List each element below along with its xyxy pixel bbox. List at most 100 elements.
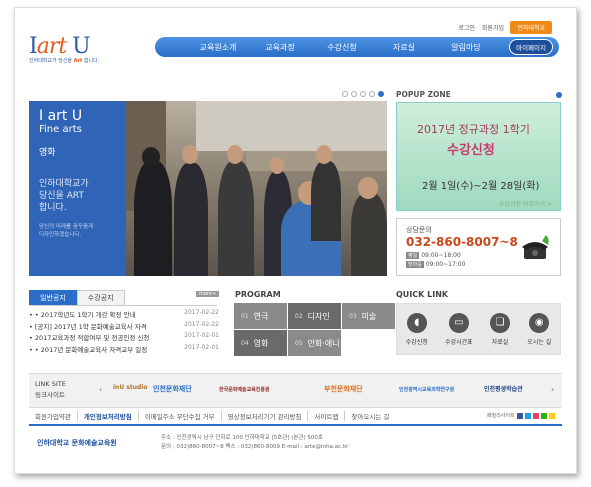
notice-list: • • 2017학년도 1학기 개강 확정 안내 2017-02-22 • [공지… bbox=[29, 309, 219, 355]
slider-dot[interactable] bbox=[360, 91, 366, 97]
consult-weekday: 평일 09:00~18:00 bbox=[406, 252, 461, 259]
hero-title: I art U bbox=[39, 108, 83, 124]
program-film[interactable]: 04 영화 bbox=[234, 330, 287, 356]
program-label: 디자인 bbox=[307, 311, 330, 321]
consult-phone: 032-860-8007~8 bbox=[406, 235, 518, 249]
chevron-left-icon[interactable]: ‹ bbox=[99, 385, 102, 394]
notice-date: 2017-02-22 bbox=[184, 309, 219, 316]
mypage-button[interactable]: 마이페이지 bbox=[509, 39, 553, 55]
quicklink-heading: QUICK LINK bbox=[396, 290, 449, 299]
footer-sitemap-link[interactable]: 사이트맵 bbox=[308, 411, 346, 421]
quicklink-label: 수강신청 bbox=[405, 338, 428, 346]
linksite-arte[interactable]: 한국문화예술교육진흥원 bbox=[219, 386, 270, 393]
linksite-incheon-edu-center[interactable]: 인천광역시교육과학연구원 bbox=[399, 386, 454, 393]
notice-item[interactable]: • [공지] 2017년 1학 문화예술교육사 자격 2017-02-22 bbox=[29, 321, 219, 333]
slider-dot-active[interactable] bbox=[378, 91, 384, 97]
telephone-icon bbox=[522, 235, 549, 259]
notice-date: 2017-02-22 bbox=[184, 320, 219, 328]
social-icon[interactable] bbox=[548, 412, 555, 419]
social-icon[interactable] bbox=[524, 412, 531, 419]
notice-title: • • 2017학년도 1학기 개강 확정 안내 bbox=[29, 311, 136, 319]
linksite-heading-en: LINK SITE bbox=[35, 380, 66, 388]
popup-banner[interactable]: 2017년 정규과정 1학기 수강신청 2월 1일(수)~2월 28일(화) 수… bbox=[396, 102, 561, 211]
quicklink-archive[interactable]: ❏ 자료실 bbox=[489, 312, 510, 346]
program-num: 01 bbox=[241, 312, 249, 320]
program-art[interactable]: 03 미술 bbox=[342, 303, 395, 329]
footer-directions-link[interactable]: 찾아오시는 길 bbox=[345, 411, 395, 421]
tab-general-notice[interactable]: 일반공지 bbox=[29, 290, 77, 305]
login-link[interactable]: 로그인 bbox=[458, 23, 475, 32]
quicklink-panel: ◖ 수강신청 ▭ 수강시간표 ❏ 자료실 ◉ 오시는 길 bbox=[396, 303, 561, 355]
hero-slogan-line: 인하대학교가 bbox=[39, 179, 89, 189]
nav-courses[interactable]: 교육과정 bbox=[249, 42, 311, 53]
quicklink-timetable[interactable]: ▭ 수강시간표 bbox=[445, 312, 473, 346]
notice-item[interactable]: • 2017교육과정 적합여부 및 전공인정 신청 2017-02-01 bbox=[29, 332, 219, 344]
hero-banner[interactable]: I art U Fine arts 영화 인하대학교가 당신을 ART 합니다.… bbox=[29, 101, 387, 276]
popup-line2: 수강신청 bbox=[447, 143, 495, 158]
quicklink-registration[interactable]: ◖ 수강신청 bbox=[405, 312, 428, 346]
quicklink-label: 자료실 bbox=[491, 338, 509, 346]
social-icon[interactable] bbox=[540, 412, 547, 419]
slider-dot[interactable] bbox=[342, 91, 348, 97]
linksite-heading-ko: 링크사이트 bbox=[35, 391, 65, 399]
program-num: 03 bbox=[349, 312, 357, 320]
notice-more-button[interactable]: more+ bbox=[196, 291, 220, 297]
program-label: 만화·애니 bbox=[307, 338, 340, 348]
social-icon[interactable] bbox=[532, 412, 539, 419]
slider-pager bbox=[342, 91, 384, 97]
logo-suffix: U bbox=[66, 34, 91, 59]
popup-dates: 2월 1일(수)~2월 28일(화) bbox=[422, 181, 540, 192]
notice-title: • • 2017년 문화예술교육사 자격교부 일정 bbox=[29, 345, 148, 354]
slider-dot[interactable] bbox=[369, 91, 375, 97]
footer-terms-link[interactable]: 회원가입약관 bbox=[29, 411, 78, 421]
vacation-hours: 09:00~17:00 bbox=[425, 261, 466, 268]
footer-privacy-link[interactable]: 개인정보처리방침 bbox=[78, 411, 139, 421]
hero-slogan-line: 합니다. bbox=[39, 203, 67, 213]
popup-line1: 2017년 정규과정 1학기 bbox=[417, 123, 530, 136]
mouse-icon: ◖ bbox=[406, 312, 427, 333]
hero-slogan-line: 당신을 ART bbox=[39, 191, 84, 201]
popup-pager-dot[interactable] bbox=[556, 92, 562, 98]
nav-notice[interactable]: 알림마당 bbox=[435, 42, 497, 53]
inha-university-button[interactable]: 인하대학교 bbox=[510, 21, 552, 34]
nav-about[interactable]: 교육원소개 bbox=[187, 42, 249, 53]
browser-page: Iart U 인하대학교가 당신을 Art 합니다. 로그인 회원가입 인하대학… bbox=[14, 7, 577, 474]
logo-prefix: I bbox=[29, 34, 38, 59]
popup-link[interactable]: 수강신청 바로가기 > bbox=[499, 199, 552, 208]
weekday-hours: 09:00~18:00 bbox=[421, 252, 461, 259]
logo-sub-pre: 인하대학교가 당신을 bbox=[29, 58, 74, 64]
family-site-select[interactable]: 패밀리사이트 bbox=[487, 412, 555, 419]
social-icon[interactable] bbox=[516, 412, 523, 419]
notice-title: • [공지] 2017년 1학 문화예술교육사 자격 bbox=[29, 322, 147, 331]
signup-link[interactable]: 회원가입 bbox=[482, 23, 504, 32]
program-num: 05 bbox=[295, 339, 303, 347]
slider-dot[interactable] bbox=[351, 91, 357, 97]
footer-email-link[interactable]: 이메일주소 무단수집 거부 bbox=[139, 411, 222, 421]
quicklink-directions[interactable]: ◉ 오시는 길 bbox=[527, 312, 551, 346]
linksite-bucheon-foundation[interactable]: 부천문화재단 bbox=[324, 384, 363, 394]
top-links: 로그인 회원가입 bbox=[458, 23, 504, 32]
program-num: 04 bbox=[241, 339, 249, 347]
chevron-right-icon[interactable]: › bbox=[551, 385, 554, 394]
vacation-label: 방학중 bbox=[406, 261, 424, 268]
site-logo[interactable]: Iart U 인하대학교가 당신을 Art 합니다. bbox=[29, 34, 99, 64]
program-heading: PROGRAM bbox=[235, 290, 281, 299]
notice-item[interactable]: • • 2017년 문화예술교육사 자격교부 일정 2017-02-01 bbox=[29, 344, 219, 356]
car-icon: ◉ bbox=[529, 312, 550, 333]
footer-cctv-link[interactable]: 영상정보처리기기 관리방침 bbox=[222, 411, 309, 421]
family-site-label: 패밀리사이트 bbox=[487, 413, 515, 419]
tab-course-notice[interactable]: 수강공지 bbox=[76, 290, 125, 305]
linksite-lifelong-learning[interactable]: 인천평생학습관 bbox=[484, 384, 523, 393]
nav-archive[interactable]: 자료실 bbox=[373, 42, 435, 53]
nav-registration[interactable]: 수강신청 bbox=[311, 42, 373, 53]
program-label: 영화 bbox=[253, 338, 269, 348]
program-theater[interactable]: 01 연극 bbox=[234, 303, 287, 329]
program-design[interactable]: 02 디자인 bbox=[288, 303, 341, 329]
notice-item[interactable]: • • 2017학년도 1학기 개강 확정 안내 2017-02-22 bbox=[29, 309, 219, 321]
program-animation[interactable]: 05 만화·애니 bbox=[288, 330, 341, 356]
quicklink-label: 수강시간표 bbox=[445, 338, 473, 346]
notice-tabs: 일반공지 수강공지 bbox=[29, 290, 217, 306]
notice-date: 2017-02-01 bbox=[184, 343, 219, 351]
linksite-inu-studio[interactable]: inU studio bbox=[113, 384, 147, 391]
linksite-incheon-foundation[interactable]: 인천문화재단 bbox=[153, 384, 192, 394]
